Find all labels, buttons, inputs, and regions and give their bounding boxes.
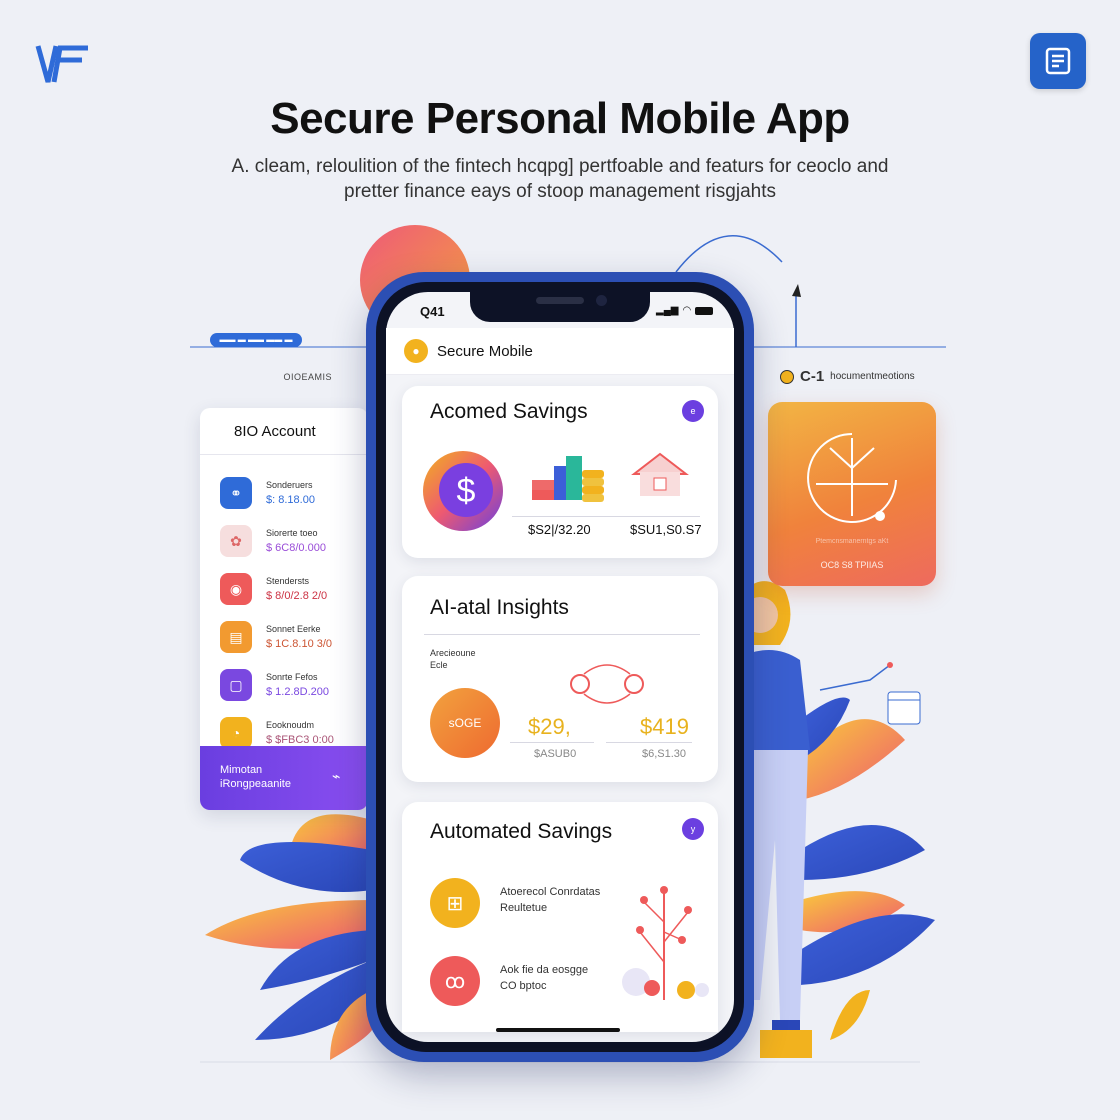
savings-value-b: $SU1,S0.S7 <box>630 522 702 537</box>
footer-line-1: Mimotan <box>220 764 263 776</box>
account-item[interactable]: ◉ Stendersts $ 8/0/2.8 2/0 <box>200 565 368 613</box>
account-item-name: Sonrte Fefos <box>266 672 318 682</box>
side-label: OIOEAMIS <box>283 372 332 382</box>
divider <box>512 516 700 517</box>
svg-text:$: $ <box>457 472 476 510</box>
side-text: hocumentmeotions <box>830 371 915 382</box>
insight-label-1: Arecieoune <box>430 648 476 658</box>
auto-item-1-line-1: Atoerecol Conrdatas <box>500 886 601 898</box>
side-label-right: C-1 hocumentmeotions <box>780 368 940 385</box>
account-item[interactable]: ⚭ Sonderuers $: 8.18.00 <box>200 469 368 517</box>
account-item-value: $ 6C8/0.000 <box>266 542 326 554</box>
side-code: C-1 <box>800 368 825 385</box>
home-indicator[interactable] <box>496 1028 620 1032</box>
insight-sub-b: $6,S1.30 <box>642 748 687 760</box>
insights-card-title: AI-atal Insights <box>430 596 569 619</box>
divider <box>606 742 692 743</box>
app-name: Secure Mobile <box>437 342 533 360</box>
savings-card-title: Acomed Savings <box>430 400 588 423</box>
tag-icon: ◉ <box>220 573 252 605</box>
account-item-value: $ $FBC3 0:00 <box>266 734 334 746</box>
account-item-name: Sonnet Eerke <box>266 624 321 634</box>
account-item-value: $ 1.2.8D.200 <box>266 686 329 698</box>
automated-badge[interactable]: y <box>682 818 704 840</box>
insight-value-a: $29, <box>528 714 571 739</box>
flower-icon: ✿ <box>220 525 252 557</box>
phone-camera <box>596 295 607 306</box>
status-icons: ▂▄▆ ◠ <box>656 305 716 316</box>
account-item[interactable]: ▤ Sonnet Eerke $ 1C.8.10 3/0 <box>200 613 368 661</box>
savings-badge[interactable]: e <box>682 400 704 422</box>
dollar-coin-icon: $ <box>423 451 503 531</box>
bulb-icon <box>780 369 794 384</box>
insight-chart-card[interactable]: Ptemcnsmanerntgs aKt OC8 S8 TPIIAS <box>768 402 936 586</box>
phone-speaker <box>536 297 584 304</box>
auto-item-1-line-2: Reultetue <box>500 902 548 914</box>
savings-card[interactable]: Acomed Savings e $ $S2|/32.20 $SU1,S0.S7 <box>402 386 718 558</box>
app-header: ● Secure Mobile <box>386 328 734 375</box>
account-item-name: Sonderuers <box>266 480 313 490</box>
battery-icon <box>695 306 714 315</box>
insights-card[interactable]: AI-atal Insights Arecieoune Ecle sOGE $2… <box>402 576 718 782</box>
account-footer-button[interactable]: Mimotan iRongpeaanite ⌁ <box>200 746 368 810</box>
account-item-value: $ 8/0/2.8 2/0 <box>266 590 328 602</box>
pulse-icon: ⌁ <box>332 768 341 784</box>
wifi-icon: ◠ <box>682 305 692 316</box>
auto-item-2-line-2: CO bptoc <box>500 980 547 992</box>
account-card: 8IO Account ⚭ Sonderuers $: 8.18.00 ✿ Sio… <box>200 408 368 810</box>
auto-item-2-line-1: Aok fie da eosgge <box>500 964 589 976</box>
exchange-icon <box>570 664 644 704</box>
insight-value-b: $419 <box>640 714 689 739</box>
account-item-value: $ 1C.8.10 3/0 <box>266 638 333 650</box>
signal-icon: ▂▄▆ <box>656 305 679 316</box>
savings-value-a: $S2|/32.20 <box>528 522 591 537</box>
gift-icon: ⊞ <box>430 878 480 928</box>
automated-card-title: Automated Savings <box>430 820 613 843</box>
chat-icon: ◔ <box>220 717 252 749</box>
status-time: Q41 <box>420 304 445 319</box>
coin-stack-icon <box>532 456 604 502</box>
money-tree-icon <box>622 886 709 1000</box>
account-item[interactable]: ▢ Sonrte Fefos $ 1.2.8D.200 <box>200 661 368 709</box>
divider <box>424 634 700 635</box>
square-icon: ▢ <box>220 669 252 701</box>
account-item[interactable]: ✿ Siorerte toeo $ 6C8/0.000 <box>200 517 368 565</box>
house-icon <box>631 452 689 496</box>
automated-savings-card[interactable]: Automated Savings y ⊞ Atoerecol Conrdata… <box>402 802 718 1032</box>
account-card-title: 8IO Account <box>200 408 368 455</box>
insight-label-2: Ecle <box>430 660 448 670</box>
clock-chart-icon <box>807 433 897 523</box>
orange-card-caption: Ptemcnsmanerntgs aKt <box>815 538 889 545</box>
account-item-name: Eooknoudm <box>266 720 315 730</box>
app-logo-icon: ● <box>404 339 428 363</box>
growth-chart-icon: sOGE <box>430 688 500 758</box>
link-icon: ⚭ <box>220 477 252 509</box>
doc-icon: ▤ <box>220 621 252 653</box>
progress-pill: ▬▬ ▬ ▬▬ ▬▬ ▬ <box>210 333 302 347</box>
phone-notch <box>470 286 650 322</box>
divider <box>510 742 594 743</box>
orange-card-sub: OC8 S8 TPIIAS <box>820 560 884 570</box>
growth-chart-text: sOGE <box>448 716 482 730</box>
account-item-name: Stendersts <box>266 576 310 586</box>
account-item-name: Siorerte toeo <box>266 528 318 538</box>
insight-sub-a: $ASUB0 <box>534 748 577 760</box>
account-item-value: $: 8.18.00 <box>266 494 315 506</box>
footer-line-2: iRongpeaanite <box>220 778 291 790</box>
money-bag-icon: ꝏ <box>430 956 480 1006</box>
